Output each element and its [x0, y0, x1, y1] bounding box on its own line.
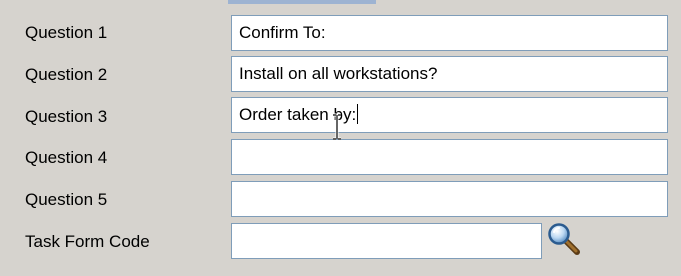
question-1-row: Question 1 Confirm To: [0, 12, 681, 54]
question-2-input[interactable]: Install on all workstations? [231, 56, 668, 92]
question-1-input[interactable]: Confirm To: [231, 15, 668, 51]
question-2-label: Question 2 [25, 65, 108, 84]
magnifier-icon[interactable] [547, 222, 581, 256]
question-5-row: Question 5 [0, 179, 681, 221]
question-form: Question 1 Confirm To: Question 2 Instal… [0, 0, 681, 276]
question-4-input[interactable] [231, 139, 668, 175]
question-1-label: Question 1 [25, 23, 108, 42]
question-4-label: Question 4 [25, 148, 108, 167]
task-form-code-label: Task Form Code [25, 232, 150, 251]
question-3-label: Question 3 [25, 107, 108, 126]
question-2-row: Question 2 Install on all workstations? [0, 54, 681, 96]
question-4-row: Question 4 [0, 137, 681, 179]
question-5-label: Question 5 [25, 190, 108, 209]
question-5-input[interactable] [231, 181, 668, 217]
question-3-input[interactable]: Order taken by: [231, 97, 668, 133]
text-cursor-icon [333, 113, 341, 141]
task-form-code-input[interactable] [231, 223, 542, 259]
text-caret [357, 104, 359, 124]
